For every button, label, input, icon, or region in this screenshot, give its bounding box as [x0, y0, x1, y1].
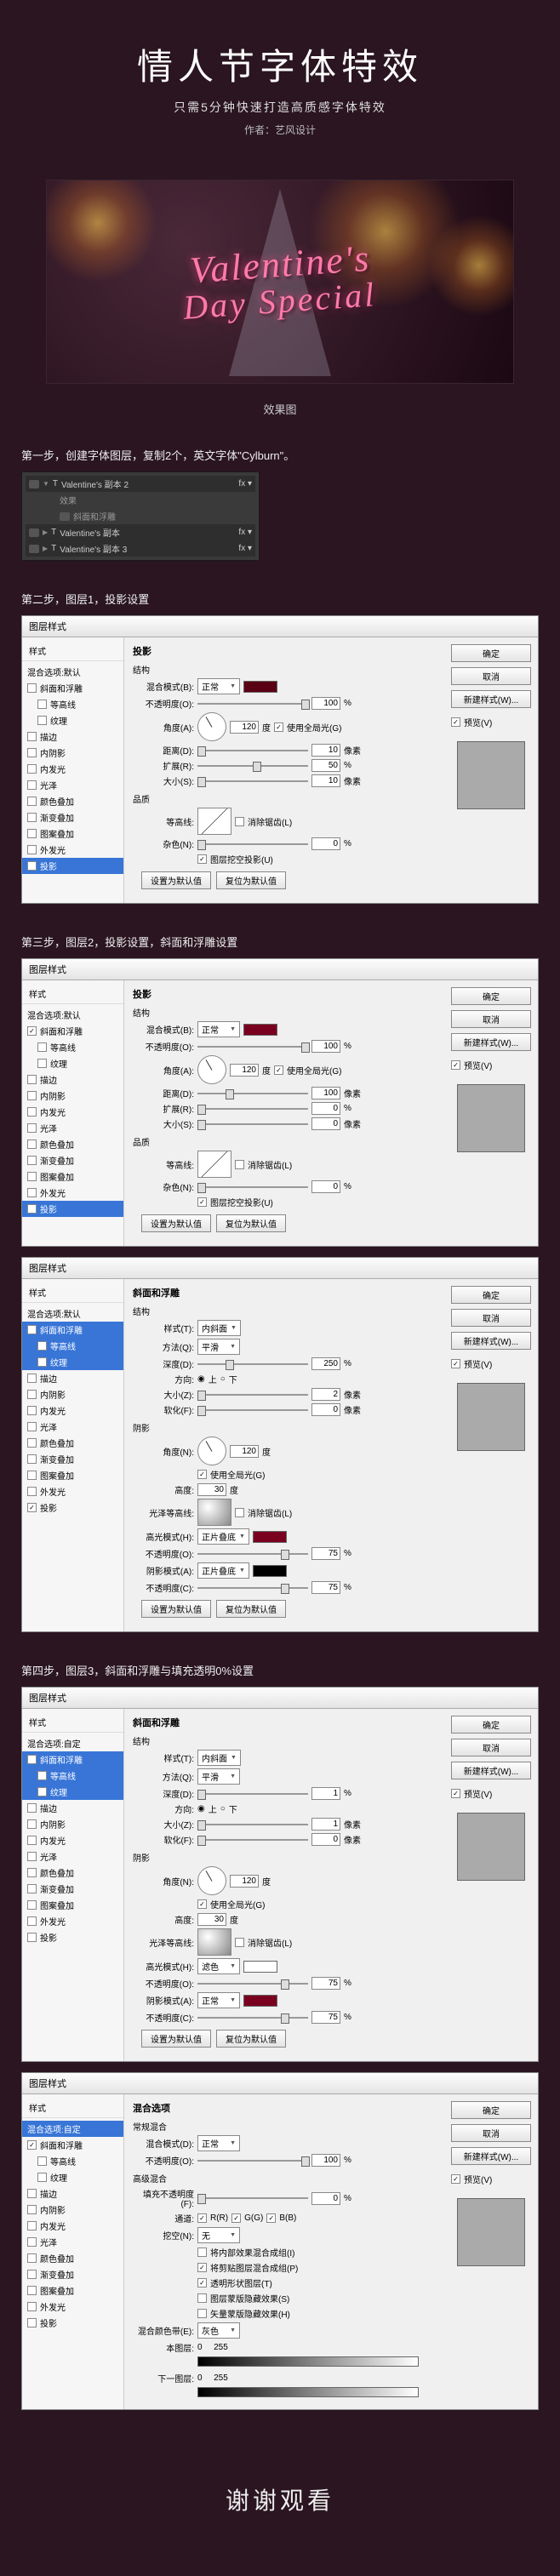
thanks-text: 谢谢观看 [0, 2440, 560, 2576]
step-3: 第三步，图层2，投影设置，斜面和浮雕设置 图层样式 样式 混合选项:默认 斜面和… [21, 934, 539, 1632]
ok-button[interactable]: 确定 [451, 1286, 531, 1304]
layer-group-top[interactable]: ▼ TValentine's 副本 2 fx ▾ [26, 476, 255, 492]
style-bevel[interactable]: 斜面和浮雕 [22, 1751, 123, 1768]
visibility-icon[interactable] [29, 545, 39, 553]
visibility-icon[interactable] [60, 512, 70, 521]
dialog-title: 图层样式 [22, 616, 538, 637]
style-drop-shadow[interactable]: 投影 [22, 858, 123, 874]
step-4-title: 第四步，图层3，斜面和浮雕与填充透明0%设置 [21, 1662, 539, 1678]
preview-thumbnail [457, 741, 525, 809]
step-3-title: 第三步，图层2，投影设置，斜面和浮雕设置 [21, 934, 539, 950]
layer-name: Valentine's 副本 2 [61, 477, 129, 490]
style-inner-glow[interactable]: 内发光 [22, 761, 123, 777]
spread-slider[interactable] [197, 765, 308, 767]
noise-slider[interactable] [197, 843, 308, 845]
size-slider[interactable] [197, 780, 308, 782]
style-gradient-overlay[interactable]: 渐变叠加 [22, 809, 123, 825]
new-style-button[interactable]: 新建样式(W)... [451, 690, 531, 708]
fill-opacity-input[interactable]: 0 [311, 2192, 340, 2205]
style-inner-shadow[interactable]: 内阴影 [22, 745, 123, 761]
style-texture[interactable]: 纹理 [22, 712, 123, 728]
step-4: 第四步，图层3，斜面和浮雕与填充透明0%设置 图层样式 样式 混合选项:自定 斜… [21, 1662, 539, 2410]
anti-alias-cb[interactable] [235, 817, 244, 826]
ok-button[interactable]: 确定 [451, 1716, 531, 1734]
layer-fx[interactable]: 效果 [26, 492, 255, 508]
style-color-overlay[interactable]: 颜色叠加 [22, 793, 123, 809]
layers-panel: ▼ TValentine's 副本 2 fx ▾ 效果 斜面和浮雕 ▶T Val… [21, 471, 260, 561]
shadow-settings: 投影 结构 混合模式(B): 正常▼ 不透明度(O): 100 % 角度(A):… [124, 637, 444, 903]
layer-style-dialog-bevel3: 图层样式 样式 混合选项:默认 斜面和浮雕 等高线 纹理 描边 内阴影 内发光 … [21, 1257, 539, 1632]
cancel-button[interactable]: 取消 [451, 1309, 531, 1327]
layer-style-dialog-blend: 图层样式 样式 混合选项:自定 斜面和浮雕 等高线 纹理 描边 内阴影 内发光 … [21, 2072, 539, 2410]
ok-button[interactable]: 确定 [451, 2101, 531, 2119]
set-default-button[interactable]: 设置为默认值 [141, 871, 211, 889]
color-swatch[interactable] [243, 681, 277, 693]
ok-button[interactable]: 确定 [451, 987, 531, 1005]
style-pattern-overlay[interactable]: 图案叠加 [22, 825, 123, 842]
style-drop-shadow[interactable]: 投影 [22, 1201, 123, 1217]
page-title: 情人节字体特效 [0, 38, 560, 90]
blend-if-under-slider[interactable] [197, 2387, 419, 2397]
cancel-button[interactable]: 取消 [451, 667, 531, 685]
opacity-input[interactable]: 100 [311, 697, 340, 710]
distance-slider[interactable] [197, 750, 308, 751]
cancel-button[interactable]: 取消 [451, 1010, 531, 1028]
preview-cb[interactable] [451, 717, 460, 727]
hero-caption: 效果图 [0, 401, 560, 417]
dialog-buttons: 确定 取消 新建样式(W)... 预览(V) [444, 637, 538, 903]
layer-style-dialog-shadow2: 图层样式 样式 混合选项:默认 斜面和浮雕 等高线 纹理 描边 内阴影 内发光 … [21, 958, 539, 1247]
visibility-icon[interactable] [29, 480, 39, 488]
fill-opacity-slider[interactable] [197, 2197, 308, 2199]
style-bevel[interactable]: 斜面和浮雕 [22, 1322, 123, 1338]
layer-style-dialog-shadow1: 图层样式 样式 混合选项:默认 斜面和浮雕 等高线 纹理 描边 内阴影 内发光 … [21, 615, 539, 904]
layer-style-dialog-bevel4: 图层样式 样式 混合选项:自定 斜面和浮雕 等高线 纹理 描边 内阴影 内发光 … [21, 1687, 539, 2062]
style-outer-glow[interactable]: 外发光 [22, 842, 123, 858]
contour-picker[interactable] [197, 808, 231, 835]
noise-input[interactable]: 0 [311, 837, 340, 850]
header: 情人节字体特效 只需5分钟快速打造高质感字体特效 作者：艺风设计 [0, 0, 560, 163]
cancel-button[interactable]: 取消 [451, 1739, 531, 1756]
step-1: 第一步，创建字体图层，复制2个，英文字体"Cylburn"。 ▼ TValent… [21, 447, 539, 561]
global-light-cb[interactable] [274, 723, 283, 732]
step-2-title: 第二步，图层1，投影设置 [21, 591, 539, 607]
cancel-button[interactable]: 取消 [451, 2124, 531, 2142]
ok-button[interactable]: 确定 [451, 644, 531, 662]
hero-image: Valentine's Day Special [46, 180, 514, 384]
size-input[interactable]: 10 [311, 774, 340, 787]
knockout-cb[interactable] [197, 854, 207, 864]
layer-group-mid[interactable]: ▶T Valentine's 副本 fx ▾ [26, 524, 255, 540]
layer-group-bottom[interactable]: ▶T Valentine's 副本 3 fx ▾ [26, 540, 255, 557]
style-list: 样式 混合选项:默认 斜面和浮雕 等高线 纹理 描边 内阴影 内发光 光泽 颜色… [22, 637, 124, 903]
step-2: 第二步，图层1，投影设置 图层样式 样式 混合选项:默认 斜面和浮雕 等高线 纹… [21, 591, 539, 904]
style-stroke[interactable]: 描边 [22, 728, 123, 745]
style-satin[interactable]: 光泽 [22, 777, 123, 793]
layer-name: Valentine's 副本 3 [60, 542, 127, 555]
angle-input[interactable]: 120 [230, 721, 259, 734]
visibility-icon[interactable] [29, 528, 39, 537]
style-bevel[interactable]: 斜面和浮雕 [22, 1023, 123, 1039]
style-blend[interactable]: 混合选项:默认 [22, 664, 123, 680]
opacity-slider[interactable] [197, 703, 308, 705]
distance-input[interactable]: 10 [311, 744, 340, 757]
style-bevel[interactable]: 斜面和浮雕 [22, 680, 123, 696]
blend-if-this-slider[interactable] [197, 2356, 419, 2367]
expand-icon[interactable]: ▼ [43, 480, 49, 488]
angle-dial[interactable] [197, 712, 226, 741]
author-line: 作者：艺风设计 [0, 123, 560, 137]
step-1-title: 第一步，创建字体图层，复制2个，英文字体"Cylburn"。 [21, 447, 539, 463]
blend-mode-select[interactable]: 正常▼ [197, 678, 240, 694]
layer-name: Valentine's 副本 [60, 526, 120, 539]
layer-fx-item[interactable]: 斜面和浮雕 [26, 508, 255, 524]
page-subtitle: 只需5分钟快速打造高质感字体特效 [0, 99, 560, 116]
style-contour[interactable]: 等高线 [22, 696, 123, 712]
spread-input[interactable]: 50 [311, 759, 340, 772]
reset-default-button[interactable]: 复位为默认值 [216, 871, 286, 889]
hero-text: Valentine's Day Special [47, 180, 513, 383]
style-blend[interactable]: 混合选项:自定 [22, 2121, 123, 2137]
